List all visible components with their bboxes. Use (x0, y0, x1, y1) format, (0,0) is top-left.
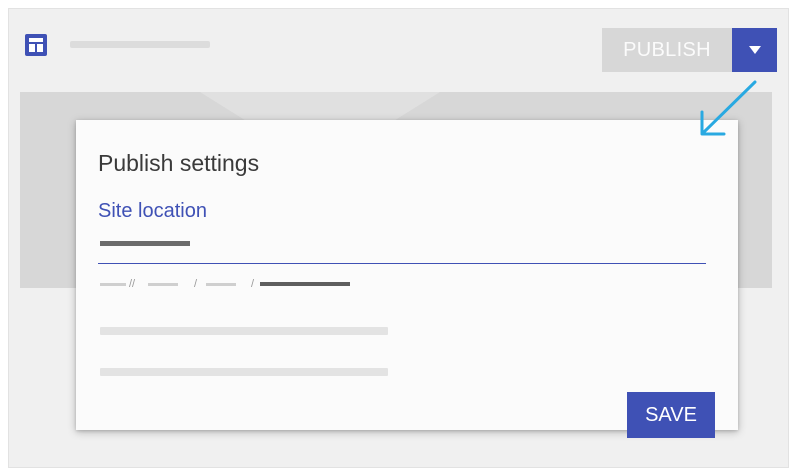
publish-dropdown-button[interactable] (732, 28, 777, 72)
save-button[interactable]: SAVE (627, 392, 715, 438)
url-separator: // (129, 278, 136, 290)
site-url-preview: // / / (100, 277, 360, 291)
description-line (100, 327, 388, 335)
description-line (100, 368, 388, 376)
url-site-name (260, 282, 350, 286)
publish-button[interactable]: PUBLISH (602, 28, 732, 72)
url-separator: / (194, 278, 198, 290)
url-separator: / (251, 278, 255, 290)
publish-settings-dialog: Publish settings Site location // / / SA… (76, 120, 738, 438)
site-location-underline[interactable] (98, 263, 706, 264)
url-segment (100, 283, 126, 286)
site-location-value[interactable] (100, 241, 190, 246)
triangle-down-icon (748, 46, 761, 54)
url-segment (148, 283, 178, 286)
site-location-label: Site location (98, 200, 207, 222)
site-title-placeholder (70, 41, 210, 48)
site-layout-icon (24, 33, 48, 57)
pointer-arrow-icon (700, 80, 757, 136)
url-segment (206, 283, 236, 286)
dialog-title: Publish settings (98, 150, 260, 176)
